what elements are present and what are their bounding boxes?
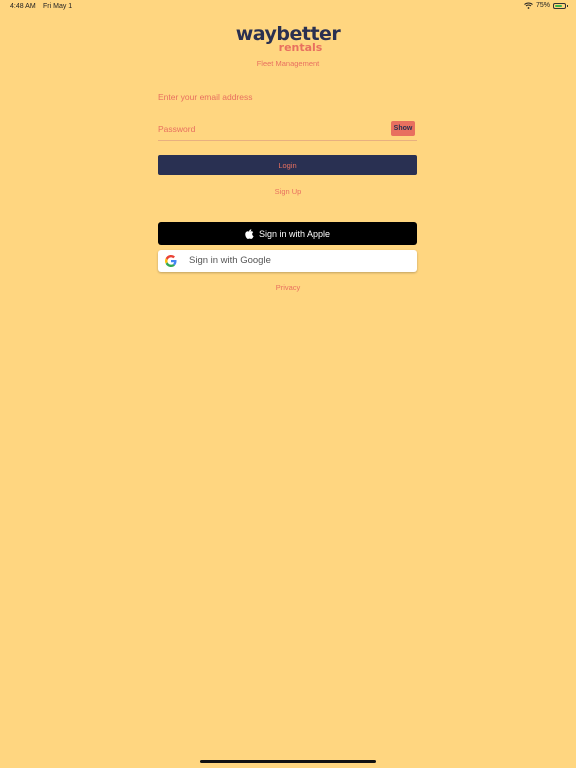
google-button-label: Sign in with Google [189,255,271,266]
battery-icon [553,2,568,9]
google-icon [165,255,177,267]
brand-logo: waybetter rentals [0,24,576,53]
home-indicator[interactable] [200,760,376,763]
battery-percentage: 75% [535,2,550,9]
status-indicators: 75% [524,2,568,9]
status-date: Fri May 1 [43,3,73,10]
privacy-link[interactable]: Privacy [0,283,576,292]
password-field-container: Show [158,118,417,141]
sign-in-with-google-button[interactable]: Sign in with Google [158,250,417,272]
sign-in-with-apple-button[interactable]: Sign in with Apple [158,222,417,245]
email-input[interactable] [158,86,417,108]
signup-link[interactable]: Sign Up [0,187,576,196]
status-bar: 4:48 AM Fri May 1 75% [0,0,576,14]
logo-subtitle: rentals [278,41,323,54]
login-button[interactable]: Login [158,155,417,175]
wifi-icon [524,2,533,9]
apple-button-label: Sign in with Apple [258,228,331,239]
status-time: 4:48 AM [10,3,36,10]
battery-fill [555,4,562,7]
show-password-button[interactable]: Show [391,121,415,136]
email-field-container [158,86,417,108]
apple-icon [245,228,254,239]
logo-tagline: Fleet Management [256,59,320,68]
password-input[interactable] [158,118,417,140]
